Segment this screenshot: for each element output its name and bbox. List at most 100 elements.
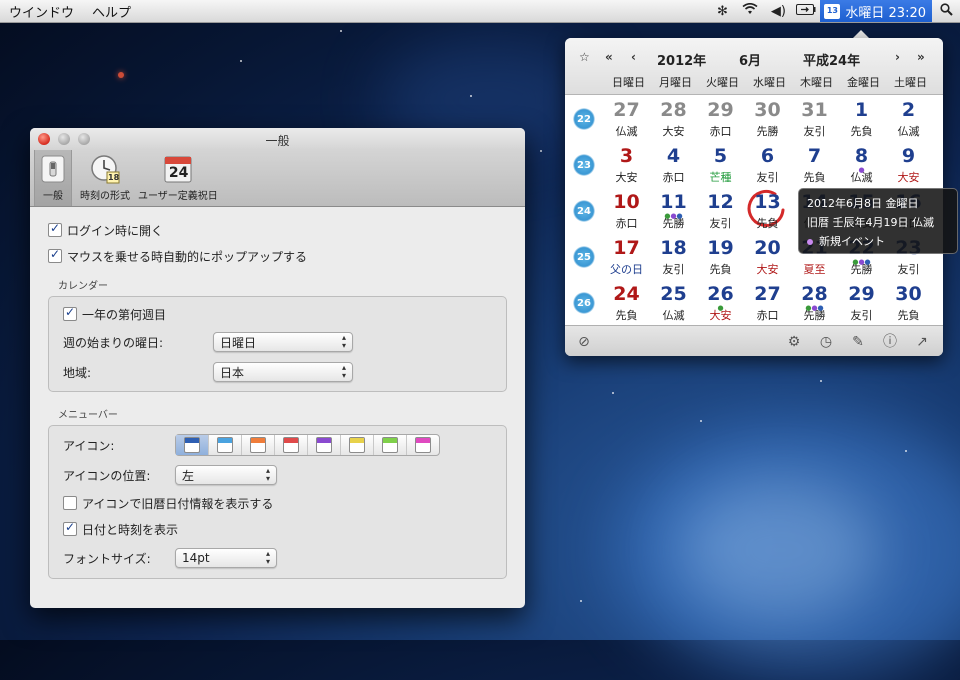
icon-style-option[interactable] [407, 435, 439, 455]
icon-style-option[interactable] [209, 435, 242, 455]
day-cell[interactable]: 6 友引 [744, 141, 791, 187]
year-label[interactable]: 2012年 [657, 50, 706, 69]
prev-year-button[interactable]: « [605, 50, 613, 64]
day-cell[interactable]: 2 仏滅 [885, 95, 932, 141]
show-datetime-row[interactable]: 日付と時刻を表示 [63, 516, 492, 542]
day-cell[interactable]: 13 先負 [744, 187, 791, 233]
day-cell[interactable]: 30 先負 [885, 279, 932, 325]
menubar-calendar-clock[interactable]: 13 水曜日 23:20 [820, 0, 932, 22]
menubar-section-title: メニューバー [58, 410, 118, 421]
icon-style-option[interactable] [242, 435, 275, 455]
day-number: 8 [854, 145, 869, 167]
font-size-popup[interactable]: 14pt ▴ ▾ [175, 548, 277, 568]
day-cell[interactable]: 30 先勝 [744, 95, 791, 141]
day-cell[interactable]: 9 大安 [885, 141, 932, 187]
info-icon[interactable]: ⓘ [881, 333, 899, 351]
day-cell[interactable]: 31 友引 [791, 95, 838, 141]
week-start-popup[interactable]: 日曜日 ▴ ▾ [213, 332, 353, 352]
icon-style-option[interactable] [275, 435, 308, 455]
next-year-button[interactable]: » [917, 50, 925, 64]
day-cell[interactable]: 19 先負 [697, 233, 744, 279]
day-cell[interactable]: 8 仏滅 ● [838, 141, 885, 187]
region-popup[interactable]: 日本 ▴ ▾ [213, 362, 353, 382]
region-value: 日本 [220, 365, 245, 380]
day-cell[interactable]: 28 大安 [650, 95, 697, 141]
day-cell[interactable]: 20 大安 [744, 233, 791, 279]
calendar-icon [184, 437, 200, 453]
day-cell[interactable]: 10 赤口 [603, 187, 650, 233]
day-cell[interactable]: 17 父の日 [603, 233, 650, 279]
day-cell[interactable]: 12 友引 [697, 187, 744, 233]
icon-style-option[interactable] [176, 435, 209, 455]
clock-icon[interactable]: ◷ [817, 333, 835, 351]
day-cell[interactable]: 1 先負 [838, 95, 885, 141]
show-datetime-checkbox[interactable] [63, 520, 77, 536]
login-open-row[interactable]: ログイン時に開く [48, 217, 507, 243]
share-icon[interactable]: ↗ [913, 333, 931, 351]
day-cell[interactable]: 29 友引 [838, 279, 885, 325]
day-rokuyo-label: 赤口 [615, 217, 638, 230]
spotlight-icon[interactable] [932, 2, 960, 20]
day-cell[interactable]: 29 赤口 [697, 95, 744, 141]
week-number-row[interactable]: 一年の第何週目 [63, 301, 492, 327]
tab-time-format[interactable]: 18 時刻の形式 [80, 150, 130, 206]
day-cell[interactable]: 7 先負 [791, 141, 838, 187]
menu-help[interactable]: ヘルプ [83, 2, 140, 21]
icon-style-option[interactable] [341, 435, 374, 455]
tab-custom-holidays-label: ユーザー定義祝日 [138, 191, 218, 202]
tab-custom-holidays[interactable]: 24 ユーザー定義祝日 [138, 150, 218, 206]
icon-style-segmented-control[interactable] [175, 434, 440, 456]
battery-icon[interactable] [792, 3, 820, 19]
day-number: 13 [754, 191, 781, 213]
day-cell[interactable]: 24 先負 [603, 279, 650, 325]
tab-general-label: 一般 [43, 191, 63, 202]
gear-icon[interactable]: ⚙ [785, 333, 803, 351]
week-number-checkbox[interactable] [63, 305, 77, 321]
pencil-icon[interactable]: ✎ [849, 333, 867, 351]
icon-position-popup[interactable]: 左 ▴ ▾ [175, 465, 277, 485]
tab-general[interactable]: 一般 [34, 150, 72, 206]
weekday-mon: 月曜日 [659, 76, 692, 89]
day-number: 19 [707, 237, 734, 259]
window-title: 一般 [265, 134, 290, 148]
day-cell[interactable]: 27 赤口 [744, 279, 791, 325]
calendar-icon-badge: 24 [168, 165, 189, 181]
day-number: 3 [619, 145, 634, 167]
volume-icon[interactable]: ◀) [764, 4, 792, 19]
pin-icon[interactable]: ☆ [579, 50, 590, 64]
login-open-checkbox[interactable] [48, 221, 62, 237]
show-lunar-row[interactable]: アイコンで旧暦日付情報を表示する [63, 490, 492, 516]
wifi-icon[interactable] [736, 2, 764, 19]
title-bar[interactable]: 一般 [30, 128, 525, 150]
link-icon[interactable]: ⊘ [575, 333, 593, 351]
day-number: 29 [707, 99, 734, 121]
day-rokuyo-label: 赤口 [662, 171, 685, 184]
day-cell[interactable]: 27 仏滅 [603, 95, 650, 141]
popup-hover-row[interactable]: マウスを乗せる時自動的にポップアップする [48, 243, 507, 269]
icon-style-option[interactable] [308, 435, 341, 455]
icon-style-option[interactable] [374, 435, 407, 455]
month-label[interactable]: 6月 [739, 50, 761, 69]
day-rokuyo-label: 友引 [897, 263, 920, 276]
day-rokuyo-label: 大安 [615, 171, 638, 184]
prev-month-button[interactable]: ‹ [631, 50, 636, 64]
popup-hover-checkbox[interactable] [48, 247, 62, 263]
week-number-cell: 25 [565, 233, 603, 279]
day-cell[interactable]: 4 赤口 [650, 141, 697, 187]
show-lunar-checkbox[interactable] [63, 496, 77, 510]
next-month-button[interactable]: › [895, 50, 900, 64]
day-cell[interactable]: 18 友引 [650, 233, 697, 279]
day-number: 1 [854, 99, 869, 121]
day-cell[interactable]: 11 先勝 ●●● [650, 187, 697, 233]
day-cell[interactable]: 26 大安 ● [697, 279, 744, 325]
day-cell[interactable]: 25 仏滅 [650, 279, 697, 325]
day-cell[interactable]: 28 先勝 ●●● [791, 279, 838, 325]
day-number: 17 [613, 237, 640, 259]
icon-label: アイコン: [63, 438, 115, 453]
menubar-group: アイコン: アイコンの位置: 左 ▴▾ アイコンで旧暦日付情報を表示する 日付と… [48, 425, 507, 579]
menu-window[interactable]: ウインドウ [0, 2, 83, 21]
day-cell[interactable]: 5 芒種 [697, 141, 744, 187]
day-cell[interactable]: 3 大安 [603, 141, 650, 187]
show-lunar-label: アイコンで旧暦日付情報を表示する [82, 496, 274, 511]
bluetooth-icon[interactable]: ✻ [708, 4, 736, 19]
